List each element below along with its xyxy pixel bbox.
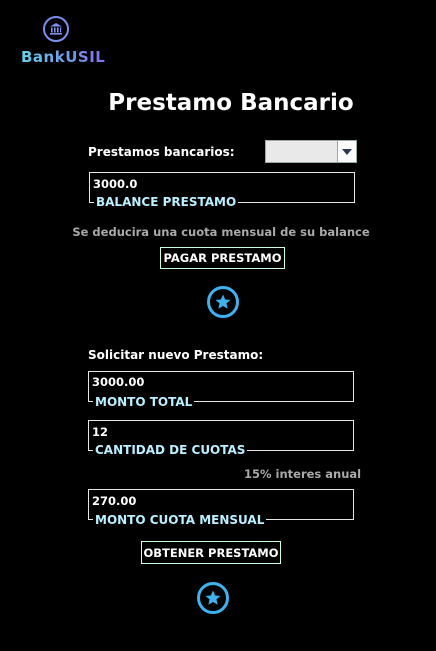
installments-label: CANTIDAD DE CUOTAS — [93, 443, 248, 457]
loans-select[interactable] — [265, 140, 357, 163]
favorite-button[interactable] — [207, 286, 239, 318]
balance-value: 3000.0 — [93, 177, 138, 191]
interest-note: 15% interes anual — [244, 467, 362, 481]
star-icon — [205, 590, 221, 605]
total-amount-label: MONTO TOTAL — [93, 395, 195, 409]
pay-loan-button[interactable]: PAGAR PRESTAMO — [160, 247, 285, 269]
favorite-button-2[interactable] — [197, 582, 229, 614]
brand-name: BankUSIL — [21, 48, 106, 66]
monthly-payment-value: 270.00 — [92, 494, 137, 508]
total-amount-value: 3000.00 — [92, 375, 145, 389]
page-title: Prestamo Bancario — [108, 90, 354, 116]
deduction-note: Se deducira una cuota mensual de su bala… — [72, 225, 370, 239]
bank-logo-icon — [43, 16, 69, 42]
obtain-loan-button[interactable]: OBTENER PRESTAMO — [141, 541, 281, 564]
monthly-payment-label: MONTO CUOTA MENSUAL — [93, 513, 267, 527]
balance-label: BALANCE PRESTAMO — [94, 195, 239, 209]
loans-select-label: Prestamos bancarios: — [88, 145, 235, 159]
new-loan-heading: Solicitar nuevo Prestamo: — [88, 348, 264, 362]
installments-value: 12 — [92, 425, 109, 439]
chevron-down-icon[interactable] — [337, 141, 356, 162]
star-icon — [215, 294, 231, 309]
